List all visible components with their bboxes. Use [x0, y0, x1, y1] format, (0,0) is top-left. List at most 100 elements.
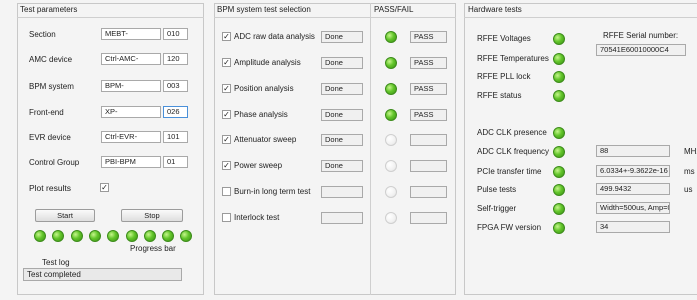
hw-value-field: 6.0334+-9.3622e-16 — [596, 165, 670, 177]
progress-led — [34, 230, 46, 242]
hw-test-led — [553, 166, 565, 178]
test-parameters-title-divider — [17, 17, 204, 18]
result-field: PASS — [410, 83, 447, 95]
hw-value-field: Width=500us, Amp=0.8021 — [596, 202, 670, 214]
param-label: AMC device — [29, 55, 73, 64]
test-label: Position analysis — [234, 84, 294, 93]
hw-test-led — [553, 127, 565, 139]
param-prefix-field[interactable]: MEBT- — [101, 28, 161, 40]
param-prefix-field[interactable]: BPM- — [101, 80, 161, 92]
hw-unit-label: ms — [684, 167, 695, 176]
progress-led — [162, 230, 175, 242]
bpm-title-divider — [214, 17, 456, 18]
param-suffix-field[interactable]: 01 — [163, 156, 188, 168]
progress-led — [143, 230, 156, 242]
rffe-test-label: RFFE PLL lock — [477, 72, 531, 81]
test-checkbox[interactable] — [222, 213, 231, 222]
hw-value-field: 88 — [596, 145, 670, 157]
rffe-led — [553, 90, 565, 102]
rffe-led — [553, 71, 565, 83]
param-label: EVR device — [29, 133, 71, 142]
test-label: ADC raw data analysis — [234, 32, 315, 41]
param-label: Section — [29, 30, 56, 39]
param-suffix-field[interactable]: 010 — [163, 28, 188, 40]
test-label: Attenuator sweep — [234, 135, 297, 144]
hw-test-label: ADC CLK frequency — [477, 147, 550, 156]
test-checkbox[interactable]: ✓ — [222, 58, 231, 67]
stop-button[interactable]: Stop — [121, 209, 183, 222]
hw-test-label: Pulse tests — [477, 185, 517, 194]
progress-led — [88, 230, 101, 242]
test-status-field: Done — [321, 83, 363, 95]
test-status-field — [321, 212, 363, 224]
progress-bar-label: Progress bar — [130, 244, 176, 253]
hw-test-label: Self-trigger — [477, 204, 517, 213]
param-suffix-field[interactable]: 101 — [163, 131, 188, 143]
result-field: PASS — [410, 31, 447, 43]
rffe-serial-field: 70541E60010000C4 — [596, 44, 686, 56]
test-label: Phase analysis — [234, 110, 288, 119]
test-label: Amplitude analysis — [234, 58, 301, 67]
hw-value-field: 499.9432 — [596, 183, 670, 195]
param-suffix-field[interactable]: 120 — [163, 53, 188, 65]
progress-led — [125, 230, 138, 242]
hw-test-led — [553, 222, 565, 234]
test-label: Interlock test — [234, 213, 280, 222]
param-suffix-field[interactable]: 003 — [163, 80, 188, 92]
hw-test-label: PCIe transfer time — [477, 167, 542, 176]
hw-test-label: ADC CLK presence — [477, 128, 547, 137]
hw-test-led — [553, 184, 565, 196]
bpm-test-selection-panel — [214, 3, 456, 295]
progress-led — [70, 230, 83, 242]
test-parameters-title: Test parameters — [20, 5, 78, 14]
test-label: Power sweep — [234, 161, 283, 170]
hardware-title-divider — [464, 17, 697, 18]
param-suffix-field[interactable]: 026 — [163, 106, 188, 118]
test-checkbox[interactable]: ✓ — [222, 161, 231, 170]
hw-unit-label: MHz — [684, 147, 697, 156]
param-prefix-field[interactable]: Ctrl-AMC- — [101, 53, 161, 65]
result-led — [385, 186, 397, 198]
hw-test-label: FPGA FW version — [477, 223, 542, 232]
param-prefix-field[interactable]: PBI-BPM — [101, 156, 161, 168]
rffe-test-label: RFFE status — [477, 91, 522, 100]
rffe-serial-label: RFFE Serial number: — [603, 31, 679, 40]
test-status-field: Done — [321, 134, 363, 146]
passfail-divider — [370, 3, 371, 295]
test-checkbox[interactable] — [222, 187, 231, 196]
result-led — [385, 212, 397, 224]
result-led — [385, 109, 397, 121]
result-field: PASS — [410, 109, 447, 121]
param-label: Control Group — [29, 158, 80, 167]
rffe-test-label: RFFE Temperatures — [477, 54, 549, 63]
result-field — [410, 160, 447, 172]
rffe-led — [553, 53, 565, 65]
test-status-field: Done — [321, 160, 363, 172]
param-prefix-field[interactable]: Ctrl-EVR- — [101, 131, 161, 143]
result-field: PASS — [410, 57, 447, 69]
test-checkbox[interactable]: ✓ — [222, 84, 231, 93]
hw-test-led — [553, 146, 565, 158]
test-status-field — [321, 186, 363, 198]
passfail-title: PASS/FAIL — [374, 5, 414, 14]
param-prefix-field[interactable]: XP- — [101, 106, 161, 118]
start-button[interactable]: Start — [35, 209, 95, 222]
bpm-test-selection-title: BPM system test selection — [217, 5, 311, 14]
result-led — [385, 57, 397, 69]
result-field — [410, 186, 447, 198]
plot-results-checkbox[interactable]: ✓ — [100, 183, 109, 192]
test-label: Burn-in long term test — [234, 187, 311, 196]
result-led — [385, 83, 397, 95]
test-status-field: Done — [321, 109, 363, 121]
result-field — [410, 134, 447, 146]
param-label: BPM system — [29, 82, 74, 91]
rffe-led — [553, 33, 565, 45]
test-log-field: Test completed — [23, 268, 182, 281]
test-checkbox[interactable]: ✓ — [222, 32, 231, 41]
test-checkbox[interactable]: ✓ — [222, 135, 231, 144]
test-checkbox[interactable]: ✓ — [222, 110, 231, 119]
result-led — [385, 160, 397, 172]
test-status-field: Done — [321, 57, 363, 69]
hw-unit-label: us — [684, 185, 693, 194]
hardware-tests-title: Hardware tests — [468, 5, 522, 14]
